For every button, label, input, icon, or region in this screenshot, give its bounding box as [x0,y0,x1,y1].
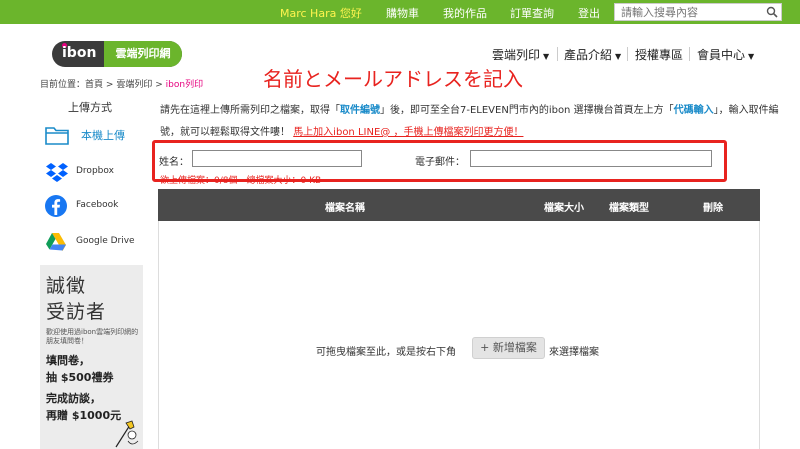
nav-divider [627,47,628,61]
sidebar-item-local-upload[interactable]: 本機上傳 [44,122,154,150]
upload-method-title: 上傳方式 [68,101,112,114]
sidebar-item-google-drive[interactable]: Google Drive [44,230,154,258]
email-field[interactable] [470,150,712,167]
breadcrumb-current: ibon列印 [165,80,204,90]
add-file-button[interactable]: + 新增檔案 [472,337,545,359]
breadcrumb: 目前位置：首頁 > 雲端列印 > ibon列印 [40,77,203,90]
order-query-link[interactable]: 訂單查詢 [510,5,554,21]
facebook-icon [45,195,67,217]
col-delete: 刪除 [703,203,723,214]
user-greeting[interactable]: Marc Hara 您好 [280,5,362,21]
breadcrumb-home[interactable]: 首頁 [85,80,103,90]
line-promo-link[interactable]: 馬上加入ibon LINE@ ，手機上傳檔案列印更方便！ [293,127,523,138]
breadcrumb-prefix: 目前位置： [40,80,86,90]
sidebar-item-label: Google Drive [76,236,135,246]
sidebar-item-dropbox[interactable]: Dropbox [44,160,154,188]
ad-line-3: 完成訪談， [46,392,101,405]
top-bar: Marc Hara 您好 購物車 我的作品 訂單查詢 登出 [0,0,800,24]
nav-license[interactable]: 授權專區 [635,46,683,63]
file-drop-zone[interactable] [158,221,760,449]
ad-title-1: 誠徵 [46,275,87,297]
cart-link[interactable]: 購物車 [386,5,419,21]
nav-member-center[interactable]: 會員中心 ▼ [697,46,754,63]
intro-part-2: 」後，即可至全台7-ELEVEN門市內的ibon 選擇機台首頁左上方「 [380,105,674,116]
col-file-type: 檔案類型 [609,203,649,214]
ad-line-2: 抽 $500禮券 [46,371,114,384]
search-box [614,3,782,21]
drop-hint-text: 可拖曳檔案至此，或是按右下角 [316,347,456,358]
nav-label: 授權專區 [635,48,684,62]
name-field[interactable] [192,150,362,167]
file-table-header: 檔案名稱 檔案大小 檔案類型 刪除 [158,189,760,221]
chevron-down-icon: ▼ [748,52,755,61]
intro-highlight-pickup-number: 取件編號 [340,105,380,116]
nav-label: 會員中心 [697,48,746,62]
annotation-text: 名前とメールアドレスを記入 [263,67,523,91]
breadcrumb-sep: > [105,80,114,90]
col-file-name: 檔案名稱 [325,203,365,214]
nav-divider [689,47,690,61]
logo-brand: ibon [62,45,97,61]
sidebar-item-label: 本機上傳 [81,129,125,142]
intro-highlight-code-input: 代碼輸入 [673,105,714,116]
ibon-logo[interactable]: ibon 雲端列印網 [52,41,182,67]
google-drive-icon [46,233,66,251]
ad-desc: 歡迎使用過ibon雲端列印網的朋友填問卷！ [46,328,139,345]
email-label: 電子郵件： [415,157,465,168]
folder-icon [45,127,69,145]
name-label: 姓名： [159,157,189,168]
breadcrumb-sep: > [155,80,163,90]
nav-divider [557,47,558,61]
nav-product-intro[interactable]: 產品介紹 ▼ [564,46,621,63]
logo-service: 雲端列印網 [104,41,182,67]
drop-hint-suffix: 來選擇檔案 [549,347,599,358]
ad-line-4: 再贈 $1000元 [46,409,122,422]
logout-link[interactable]: 登出 [578,5,600,21]
col-file-size: 檔案大小 [544,203,584,214]
nav-label: 產品介紹 [564,48,613,62]
upload-summary: 欲上傳檔案：0/8個 總檔案大小：0 KB [160,176,322,186]
ad-title-2: 受訪者 [46,301,107,323]
sidebar-item-label: Facebook [76,200,119,210]
sidebar-item-facebook[interactable]: Facebook [44,194,154,222]
intro-part-1: 請先在這裡上傳所需列印之檔案，取得「 [160,105,340,116]
search-input[interactable] [615,4,765,20]
my-works-link[interactable]: 我的作品 [443,5,487,21]
chevron-down-icon: ▼ [615,52,622,61]
nav-cloud-print[interactable]: 雲端列印 ▼ [492,46,549,63]
chevron-down-icon: ▼ [543,52,550,61]
nav-label: 雲端列印 [492,48,541,62]
pencil-figure-icon [115,420,139,448]
survey-ad-banner[interactable]: 誠徵 受訪者 歡迎使用過ibon雲端列印網的朋友填問卷！ 填問卷， 抽 $500… [40,265,143,449]
dropbox-icon [46,163,68,182]
intro-text: 請先在這裡上傳所需列印之檔案，取得「取件編號」後，即可至全台7-ELEVEN門市… [160,100,780,144]
sidebar-item-label: Dropbox [76,166,114,176]
ad-line-1: 填問卷， [46,354,90,367]
breadcrumb-cloud-print[interactable]: 雲端列印 [116,80,152,90]
search-icon[interactable] [766,6,778,18]
